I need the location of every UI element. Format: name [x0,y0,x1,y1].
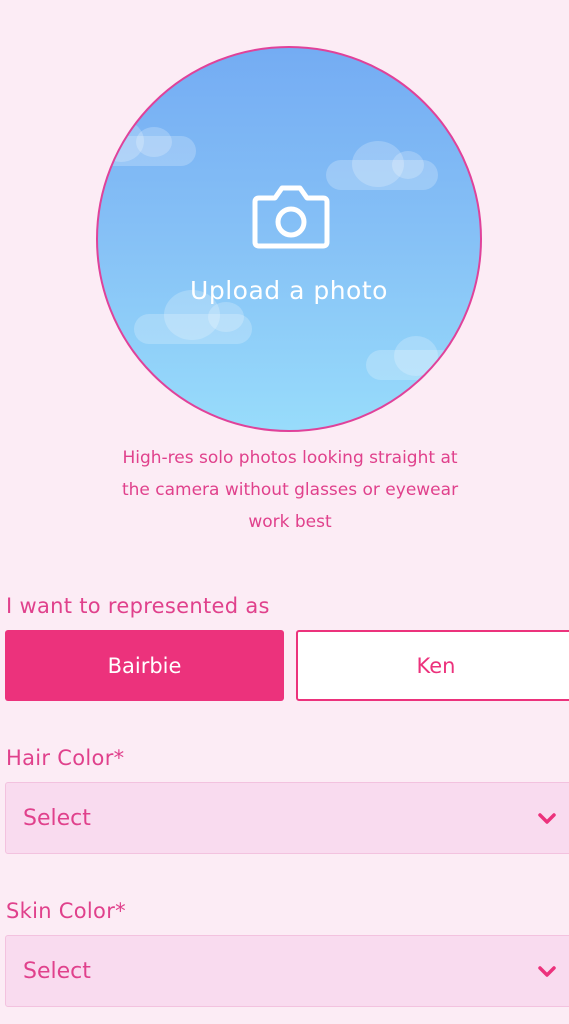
chevron-down-icon [538,813,556,824]
ken-button[interactable]: Ken [296,630,569,701]
cloud-decoration [326,141,438,190]
bairbie-button[interactable]: Bairbie [5,630,284,701]
hair-color-select[interactable]: Select [5,782,569,854]
photo-upload-area[interactable]: Upload a photo [96,46,482,432]
cloud-decoration [366,336,456,380]
cloud-decoration [98,120,196,166]
hair-color-value: Select [23,805,91,831]
skin-color-value: Select [23,958,91,984]
represent-label: I want to represented as [6,594,270,618]
photo-hint: High-res solo photos looking straight at… [121,448,459,532]
skin-color-label: Skin Color* [6,899,126,923]
camera-icon [252,185,330,249]
hair-color-label: Hair Color* [6,746,125,770]
chevron-down-icon [538,966,556,977]
skin-color-select[interactable]: Select [5,935,569,1007]
cloud-decoration [134,290,252,344]
upload-label: Upload a photo [190,276,388,305]
